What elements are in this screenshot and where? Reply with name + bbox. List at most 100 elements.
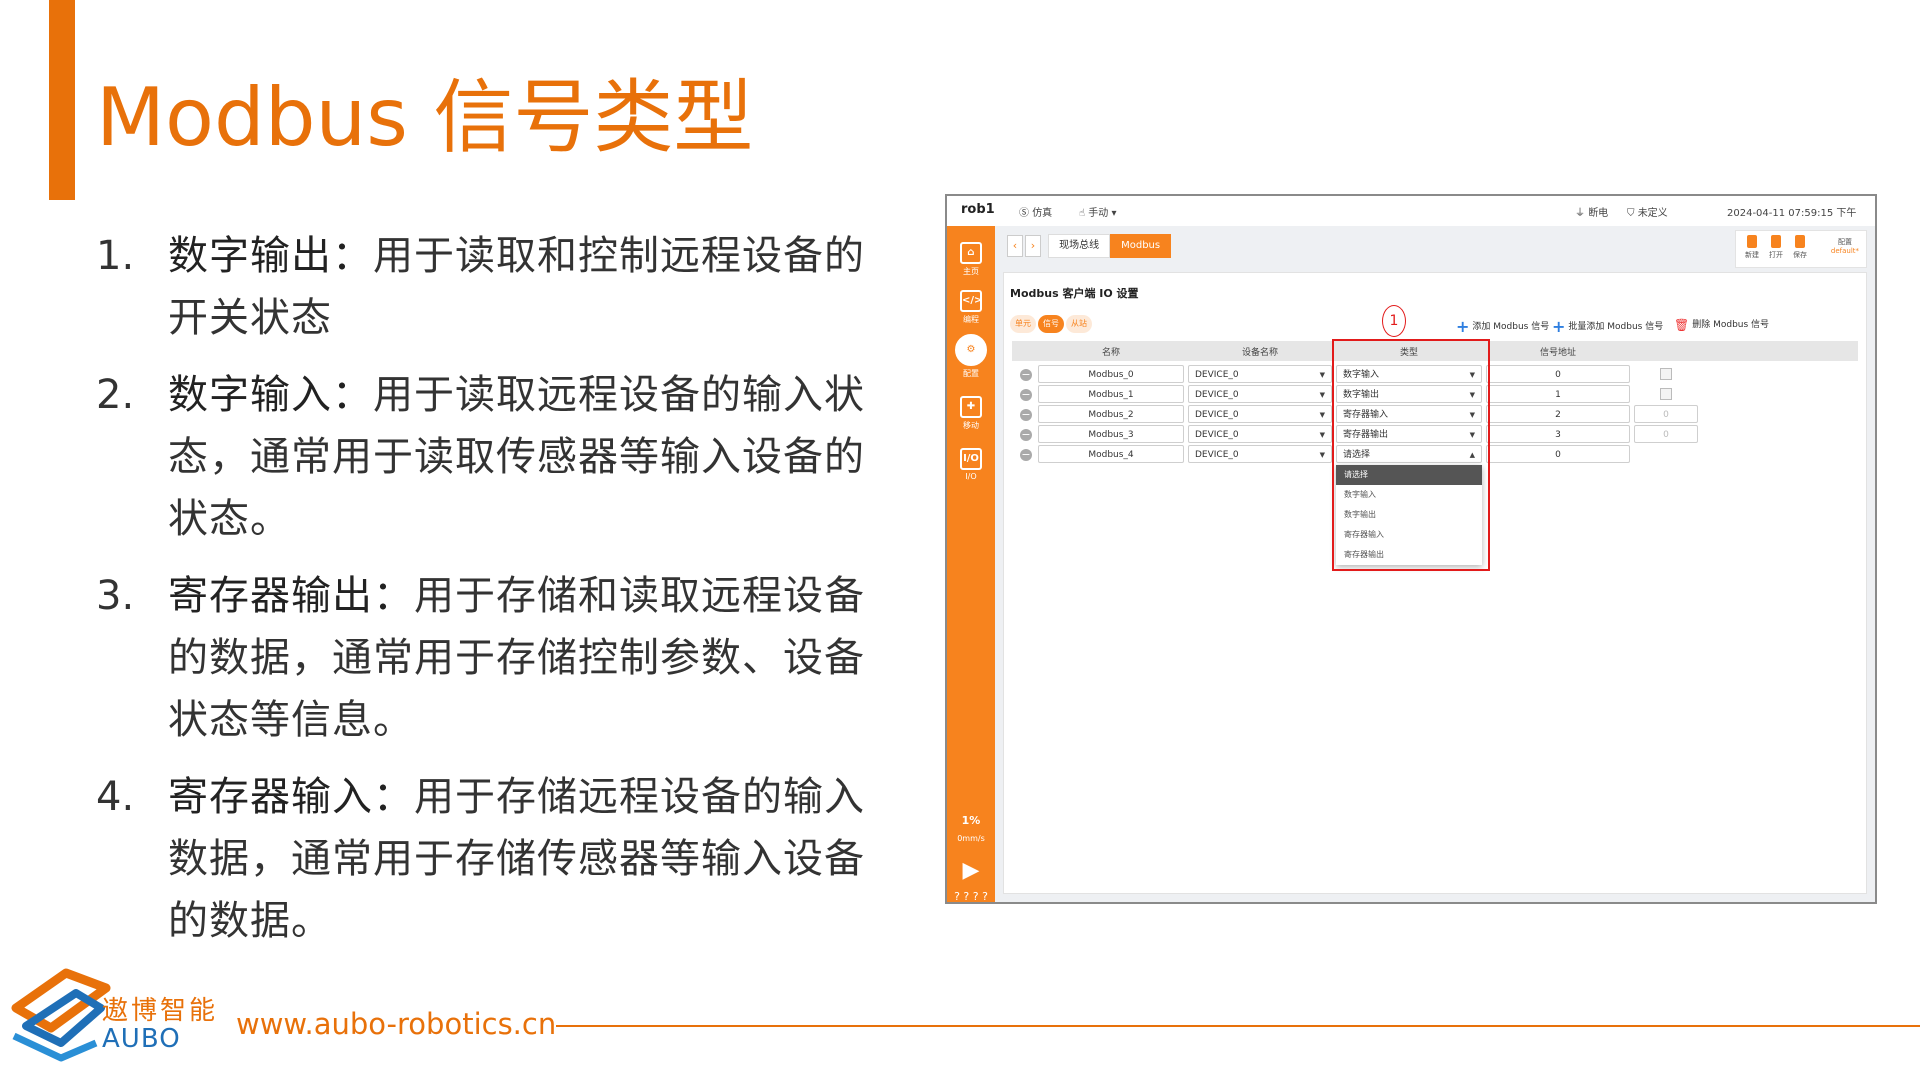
highlight-box (1332, 339, 1490, 571)
device-value: DEVICE_0 (1195, 410, 1239, 420)
remove-row-icon[interactable]: − (1020, 429, 1032, 441)
website-url[interactable]: www.aubo-robotics.cn (236, 1007, 556, 1041)
config-value: default* (1830, 247, 1860, 255)
tab-unit[interactable]: 单元 (1010, 315, 1036, 333)
device-select[interactable]: DEVICE_0 ▼ (1188, 365, 1332, 383)
open-folder-icon (1771, 235, 1781, 248)
address-input[interactable]: 0 (1486, 365, 1630, 383)
sim-label: 仿真 (1032, 208, 1053, 219)
list-text: 寄存器输入：用于存储远程设备的输入数据，通常用于存储传感器等输入设备的数据。 (168, 766, 896, 952)
chevron-down-icon: ▼ (1319, 371, 1325, 379)
address-input[interactable]: 1 (1486, 385, 1630, 403)
sidebar-item-io[interactable]: I/O I/O (947, 448, 995, 481)
speed-mm: 0mm/s (957, 834, 985, 843)
speed-percent: 1% (961, 814, 981, 827)
io-icon: I/O (960, 448, 982, 470)
new-file-button[interactable]: 新建 (1742, 235, 1762, 260)
sidebar-item-home[interactable]: ⌂ 主页 (947, 242, 995, 277)
tab-slave[interactable]: 从站 (1066, 315, 1092, 333)
device-value: DEVICE_0 (1195, 370, 1239, 380)
plus-icon: + (1552, 317, 1566, 336)
chevron-down-icon: ▼ (1319, 451, 1325, 459)
list-text: 寄存器输出：用于存储和读取远程设备的数据，通常用于存储控制参数、设备状态等信息。 (168, 565, 896, 751)
address-input[interactable]: 3 (1486, 425, 1630, 443)
sidebar-item-label: 移动 (963, 421, 979, 430)
save-file-button[interactable]: 保存 (1790, 235, 1810, 260)
row-checkbox[interactable] (1660, 368, 1672, 380)
panel-title: Modbus 客户端 IO 设置 (1010, 287, 1139, 300)
remove-row-icon[interactable]: − (1020, 369, 1032, 381)
sidebar-item-move[interactable]: ✚ 移动 (947, 396, 995, 431)
column-device: 设备名称 (1241, 348, 1278, 358)
device-select[interactable]: DEVICE_0 ▼ (1188, 445, 1332, 463)
list-number: 2. (96, 372, 135, 418)
power-label: 断电 (1588, 208, 1609, 219)
chevron-down-icon: ▼ (1319, 411, 1325, 419)
mode-selector[interactable]: ☝ 手动 ▾ (1079, 204, 1117, 219)
chevron-down-icon: ▼ (1319, 391, 1325, 399)
device-value: DEVICE_0 (1195, 390, 1239, 400)
device-select[interactable]: DEVICE_0 ▼ (1188, 425, 1332, 443)
sidebar-item-label: 主页 (963, 267, 979, 276)
batch-add-label: 批量添加 Modbus 信号 (1568, 322, 1664, 332)
save-icon (1795, 235, 1805, 248)
row-checkbox[interactable] (1660, 388, 1672, 400)
list-head: 数字输出： (168, 233, 373, 279)
add-signal-button[interactable]: + 添加 Modbus 信号 (1456, 317, 1549, 336)
device-select[interactable]: DEVICE_0 ▼ (1188, 385, 1332, 403)
delete-signal-button[interactable]: 🗑 删除 Modbus 信号 (1674, 317, 1769, 332)
column-address: 信号地址 (1539, 348, 1576, 358)
list-text: 数字输出：用于读取和控制远程设备的开关状态 (168, 225, 896, 349)
add-signal-label: 添加 Modbus 信号 (1472, 322, 1550, 332)
open-file-label: 打开 (1769, 251, 1783, 259)
breadcrumb-modbus[interactable]: Modbus (1110, 234, 1172, 258)
bottom-marks: ? ? ? ? (954, 890, 988, 903)
mode-label: 手动 (1088, 208, 1109, 219)
name-input[interactable]: Modbus_2 (1038, 405, 1184, 423)
extra-input[interactable]: 0 (1634, 405, 1698, 423)
undefined-status: ⛉ 未定义 (1627, 204, 1668, 219)
app-content: ‹ › 现场总线 Modbus 新建 打开 保存 配置 default* Modbus… (995, 226, 1875, 902)
name-input[interactable]: Modbus_1 (1038, 385, 1184, 403)
name-input[interactable]: Modbus_0 (1038, 365, 1184, 383)
remove-row-icon[interactable]: − (1020, 409, 1032, 421)
address-input[interactable]: 0 (1486, 445, 1630, 463)
sim-icon: Ⓢ (1019, 208, 1029, 219)
batch-add-signal-button[interactable]: + 批量添加 Modbus 信号 (1552, 317, 1663, 336)
list-item: 4. 寄存器输入：用于存储远程设备的输入数据，通常用于存储传感器等输入设备的数据… (96, 766, 896, 952)
column-name: 名称 (1101, 348, 1120, 358)
name-input[interactable]: Modbus_4 (1038, 445, 1184, 463)
list-head: 寄存器输入： (168, 774, 414, 820)
remove-row-icon[interactable]: − (1020, 449, 1032, 461)
sidebar-item-label: 配置 (963, 369, 979, 378)
name-input[interactable]: Modbus_3 (1038, 425, 1184, 443)
address-input[interactable]: 2 (1486, 405, 1630, 423)
play-icon[interactable]: ▶ (947, 858, 995, 883)
app-sidebar: ⌂ 主页 </> 编程 ⚙ 配置 ✚ 移动 I/O I/O 1% 0mm/s ▶ ? ? … (947, 226, 995, 902)
hand-icon: ☝ (1079, 208, 1086, 219)
list-number: 4. (96, 774, 135, 820)
open-file-button[interactable]: 打开 (1766, 235, 1786, 260)
list-head: 数字输入： (168, 372, 373, 418)
new-file-icon (1747, 235, 1757, 248)
slide-title: Modbus 信号类型 (96, 71, 754, 164)
save-file-label: 保存 (1793, 251, 1807, 259)
delete-signal-label: 删除 Modbus 信号 (1692, 320, 1770, 330)
list-item: 3. 寄存器输出：用于存储和读取远程设备的数据，通常用于存储控制参数、设备状态等… (96, 565, 896, 751)
device-select[interactable]: DEVICE_0 ▼ (1188, 405, 1332, 423)
plus-icon: + (1456, 317, 1470, 336)
remove-row-icon[interactable]: − (1020, 389, 1032, 401)
breadcrumb-fieldbus[interactable]: 现场总线 (1048, 234, 1111, 258)
forward-arrow-icon[interactable]: › (1025, 235, 1041, 257)
robot-name: rob1 (961, 202, 995, 217)
modbus-io-panel: Modbus 客户端 IO 设置 单元 信号 从站 + 添加 Modbus 信号 … (1003, 272, 1867, 894)
sidebar-item-config[interactable]: ⚙ 配置 (947, 334, 995, 379)
chevron-down-icon: ▾ (1111, 208, 1117, 219)
list-head: 寄存器输出： (168, 573, 414, 619)
sidebar-item-program[interactable]: </> 编程 (947, 290, 995, 325)
sim-toggle[interactable]: Ⓢ 仿真 (1019, 204, 1052, 219)
back-arrow-icon[interactable]: ‹ (1007, 235, 1023, 257)
extra-input[interactable]: 0 (1634, 425, 1698, 443)
power-status: ⏚ 断电 (1575, 204, 1608, 219)
tab-signal[interactable]: 信号 (1038, 315, 1064, 333)
